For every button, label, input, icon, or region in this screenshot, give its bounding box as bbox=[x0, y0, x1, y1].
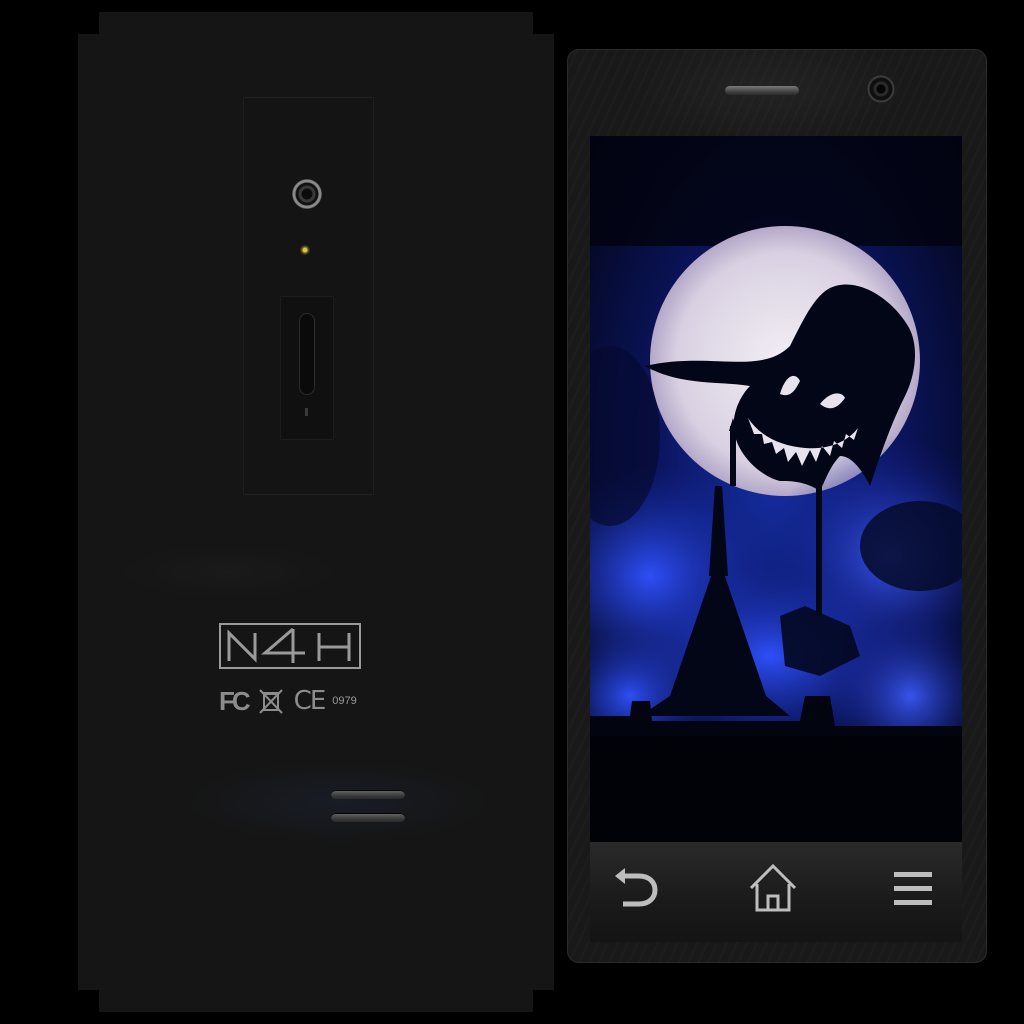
phone-screen bbox=[590, 136, 962, 842]
brand-logo bbox=[219, 623, 361, 669]
wallpaper-image bbox=[590, 136, 962, 842]
rear-speaker-grille bbox=[331, 790, 405, 799]
phone-skin-template: FC CE 0979 bbox=[0, 0, 1024, 1024]
flash-led-icon bbox=[300, 245, 310, 255]
menu-button[interactable] bbox=[882, 858, 942, 918]
sensor-slot bbox=[299, 313, 315, 395]
front-camera-icon bbox=[866, 74, 896, 104]
rear-camera-icon bbox=[292, 179, 322, 209]
sensor-dot bbox=[305, 408, 308, 416]
crossed-out-bin-icon bbox=[258, 687, 284, 715]
menu-icon bbox=[894, 872, 932, 905]
ce-mark: CE bbox=[293, 686, 327, 716]
earpiece-speaker bbox=[725, 86, 799, 95]
fcc-mark: FC bbox=[219, 685, 251, 716]
notified-body-number: 0979 bbox=[332, 695, 357, 707]
back-arrow-icon bbox=[615, 868, 658, 907]
rear-speaker-grille bbox=[331, 813, 405, 822]
home-button[interactable] bbox=[743, 858, 803, 918]
certification-marks: FC CE 0979 bbox=[219, 685, 357, 717]
home-icon bbox=[749, 863, 797, 912]
back-button[interactable] bbox=[605, 858, 665, 918]
